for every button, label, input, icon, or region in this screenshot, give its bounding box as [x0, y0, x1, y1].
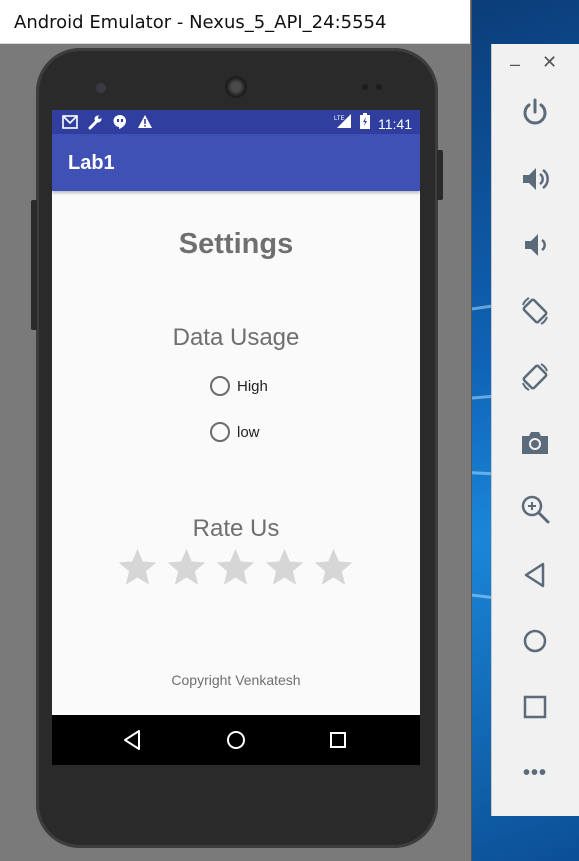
rotate-left-button[interactable]: [518, 294, 552, 328]
radio-button-low[interactable]: [210, 422, 230, 442]
star-icon[interactable]: [214, 546, 257, 589]
rate-us-heading: Rate Us: [192, 515, 280, 542]
radio-label-high: High: [237, 377, 268, 395]
warning-icon: [136, 113, 153, 130]
copyright-text: Copyright Venkatesh: [171, 672, 301, 688]
volume-down-button[interactable]: [518, 228, 552, 262]
rotate-right-icon: [522, 363, 548, 391]
rating-bar[interactable]: [116, 546, 355, 589]
volume-down-icon: [525, 234, 546, 256]
back-button[interactable]: [518, 558, 552, 592]
close-button[interactable]: ✕: [542, 52, 557, 73]
back-icon[interactable]: [120, 727, 146, 753]
back-icon: [524, 562, 545, 588]
emulator-toolbar: – ✕ •••: [491, 44, 579, 816]
screenshot-button[interactable]: [518, 426, 552, 460]
minimize-button[interactable]: –: [510, 54, 520, 75]
star-icon[interactable]: [312, 546, 355, 589]
zoom-button[interactable]: [518, 492, 552, 526]
power-button[interactable]: [518, 96, 552, 130]
rotate-left-icon: [522, 297, 548, 325]
power-icon: [523, 98, 547, 125]
rotate-right-button[interactable]: [518, 360, 552, 394]
overview-icon: [523, 695, 547, 719]
radio-label-low: low: [237, 423, 260, 441]
star-icon[interactable]: [263, 546, 306, 589]
radio-option-high[interactable]: High: [210, 376, 268, 396]
status-time: 11:41: [378, 115, 412, 132]
earpiece: [225, 76, 247, 98]
navigation-bar: [52, 715, 420, 765]
hangouts-icon: [111, 113, 128, 130]
more-icon: •••: [522, 761, 547, 784]
recents-icon[interactable]: [325, 727, 351, 753]
volume-up-icon: [523, 168, 549, 190]
star-icon[interactable]: [165, 546, 208, 589]
front-camera: [96, 83, 106, 93]
radio-button-high[interactable]: [210, 376, 230, 396]
status-bar: LTE 11:41: [52, 110, 420, 134]
zoom-icon: [521, 495, 550, 524]
app-title: Lab1: [68, 152, 115, 174]
battery-icon: [360, 113, 370, 134]
network-type: LTE: [334, 116, 345, 122]
overview-button[interactable]: [518, 690, 552, 724]
camera-icon: [522, 432, 548, 454]
app-bar: Lab1: [52, 134, 420, 191]
more-button[interactable]: •••: [518, 756, 552, 790]
star-icon[interactable]: [116, 546, 159, 589]
home-icon[interactable]: [223, 727, 249, 753]
signal-icon: LTE: [334, 113, 352, 134]
volume-up-button[interactable]: [518, 162, 552, 196]
device-screen: LTE 11:41 Lab1 Settings Data Usage High …: [52, 110, 420, 765]
page-title: Settings: [178, 228, 294, 260]
emulator-window: Android Emulator - Nexus_5_API_24:5554 L…: [0, 0, 472, 861]
window-title-bar[interactable]: Android Emulator - Nexus_5_API_24:5554: [0, 0, 470, 44]
window-title: Android Emulator - Nexus_5_API_24:5554: [14, 12, 387, 33]
home-button[interactable]: [518, 624, 552, 658]
data-usage-heading: Data Usage: [172, 324, 300, 351]
gmail-icon: [61, 113, 78, 130]
wrench-icon: [86, 113, 103, 130]
radio-option-low[interactable]: low: [210, 422, 260, 442]
home-icon: [523, 629, 547, 653]
